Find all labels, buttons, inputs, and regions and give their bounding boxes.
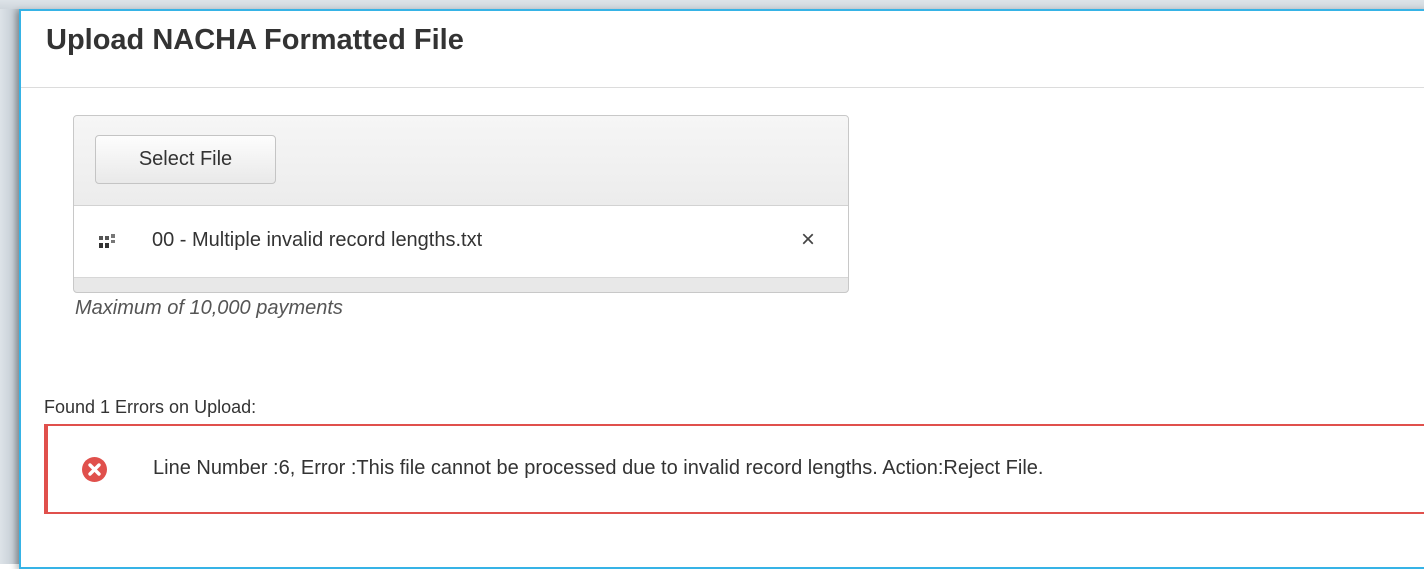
upload-panel: Upload NACHA Formatted File Select File … bbox=[19, 9, 1424, 569]
error-message: Line Number :6, Error :This file cannot … bbox=[153, 457, 1044, 479]
select-file-button[interactable]: Select File bbox=[95, 135, 276, 184]
uploaded-file-row: 00 - Multiple invalid record lengths.txt… bbox=[74, 206, 848, 278]
upload-toolbar: Select File bbox=[74, 116, 848, 206]
page-title: Upload NACHA Formatted File bbox=[46, 24, 464, 56]
error-circle-x-icon bbox=[82, 457, 107, 482]
uploaded-file-name: 00 - Multiple invalid record lengths.txt bbox=[152, 229, 483, 251]
panel-header: Upload NACHA Formatted File bbox=[21, 11, 1424, 88]
window-frame-top bbox=[0, 0, 1424, 9]
file-grip-icon bbox=[99, 234, 117, 250]
remove-file-icon[interactable]: × bbox=[796, 226, 820, 254]
error-alert: Line Number :6, Error :This file cannot … bbox=[44, 424, 1424, 514]
errors-summary: Found 1 Errors on Upload: bbox=[44, 397, 257, 417]
max-payments-hint: Maximum of 10,000 payments bbox=[75, 297, 343, 319]
window-frame-left bbox=[0, 0, 20, 564]
file-upload-widget: Select File 00 - Multiple invalid record… bbox=[73, 115, 849, 293]
